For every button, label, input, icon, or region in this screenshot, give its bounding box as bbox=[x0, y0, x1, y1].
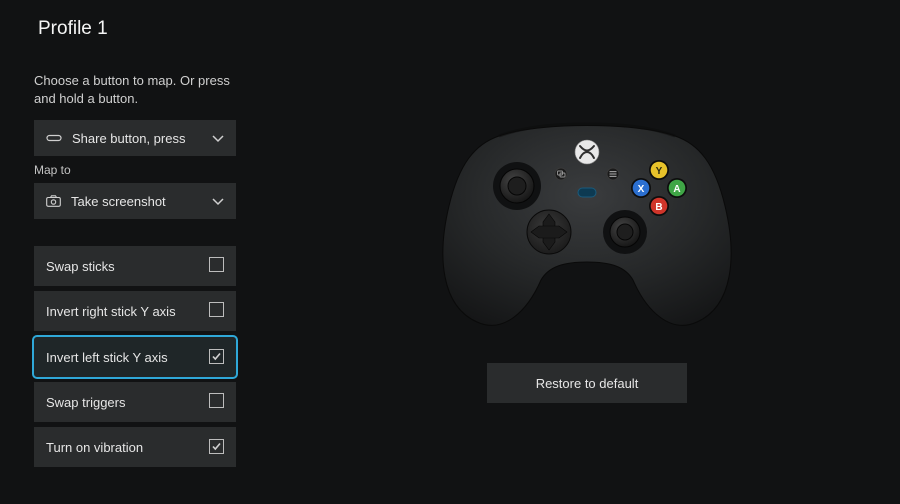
map-to-action-value: Take screenshot bbox=[71, 194, 166, 209]
controller-image: B X Y A bbox=[437, 116, 737, 336]
page-title: Profile 1 bbox=[38, 18, 108, 40]
svg-text:X: X bbox=[638, 184, 645, 195]
option-label: Turn on vibration bbox=[46, 440, 143, 455]
invert-left-stick-y-toggle[interactable]: Invert left stick Y axis bbox=[34, 337, 236, 377]
checkbox-icon bbox=[209, 257, 224, 275]
button-to-map-dropdown[interactable]: Share button, press bbox=[34, 120, 236, 156]
checkbox-checked-icon bbox=[209, 439, 224, 455]
button-to-map-value: Share button, press bbox=[72, 131, 185, 146]
camera-icon bbox=[46, 195, 61, 207]
option-label: Invert right stick Y axis bbox=[46, 304, 176, 319]
restore-to-default-button[interactable]: Restore to default bbox=[487, 363, 687, 403]
svg-text:A: A bbox=[673, 184, 680, 195]
swap-triggers-toggle[interactable]: Swap triggers bbox=[34, 382, 236, 422]
map-to-label: Map to bbox=[34, 163, 71, 177]
option-label: Swap triggers bbox=[46, 395, 125, 410]
option-label: Invert left stick Y axis bbox=[46, 350, 168, 365]
svg-text:Y: Y bbox=[656, 166, 663, 177]
option-label: Swap sticks bbox=[46, 259, 115, 274]
map-to-action-dropdown[interactable]: Take screenshot bbox=[34, 183, 236, 219]
svg-text:B: B bbox=[655, 202, 662, 213]
checkbox-checked-icon bbox=[209, 349, 224, 365]
invert-right-stick-y-toggle[interactable]: Invert right stick Y axis bbox=[34, 291, 236, 331]
mapping-instruction: Choose a button to map. Or press and hol… bbox=[34, 72, 234, 108]
chevron-down-icon bbox=[212, 131, 224, 146]
chevron-down-icon bbox=[212, 194, 224, 209]
restore-label: Restore to default bbox=[536, 376, 639, 391]
swap-sticks-toggle[interactable]: Swap sticks bbox=[34, 246, 236, 286]
checkbox-icon bbox=[209, 302, 224, 320]
share-button-icon bbox=[46, 133, 62, 143]
checkbox-icon bbox=[209, 393, 224, 411]
turn-on-vibration-toggle[interactable]: Turn on vibration bbox=[34, 427, 236, 467]
